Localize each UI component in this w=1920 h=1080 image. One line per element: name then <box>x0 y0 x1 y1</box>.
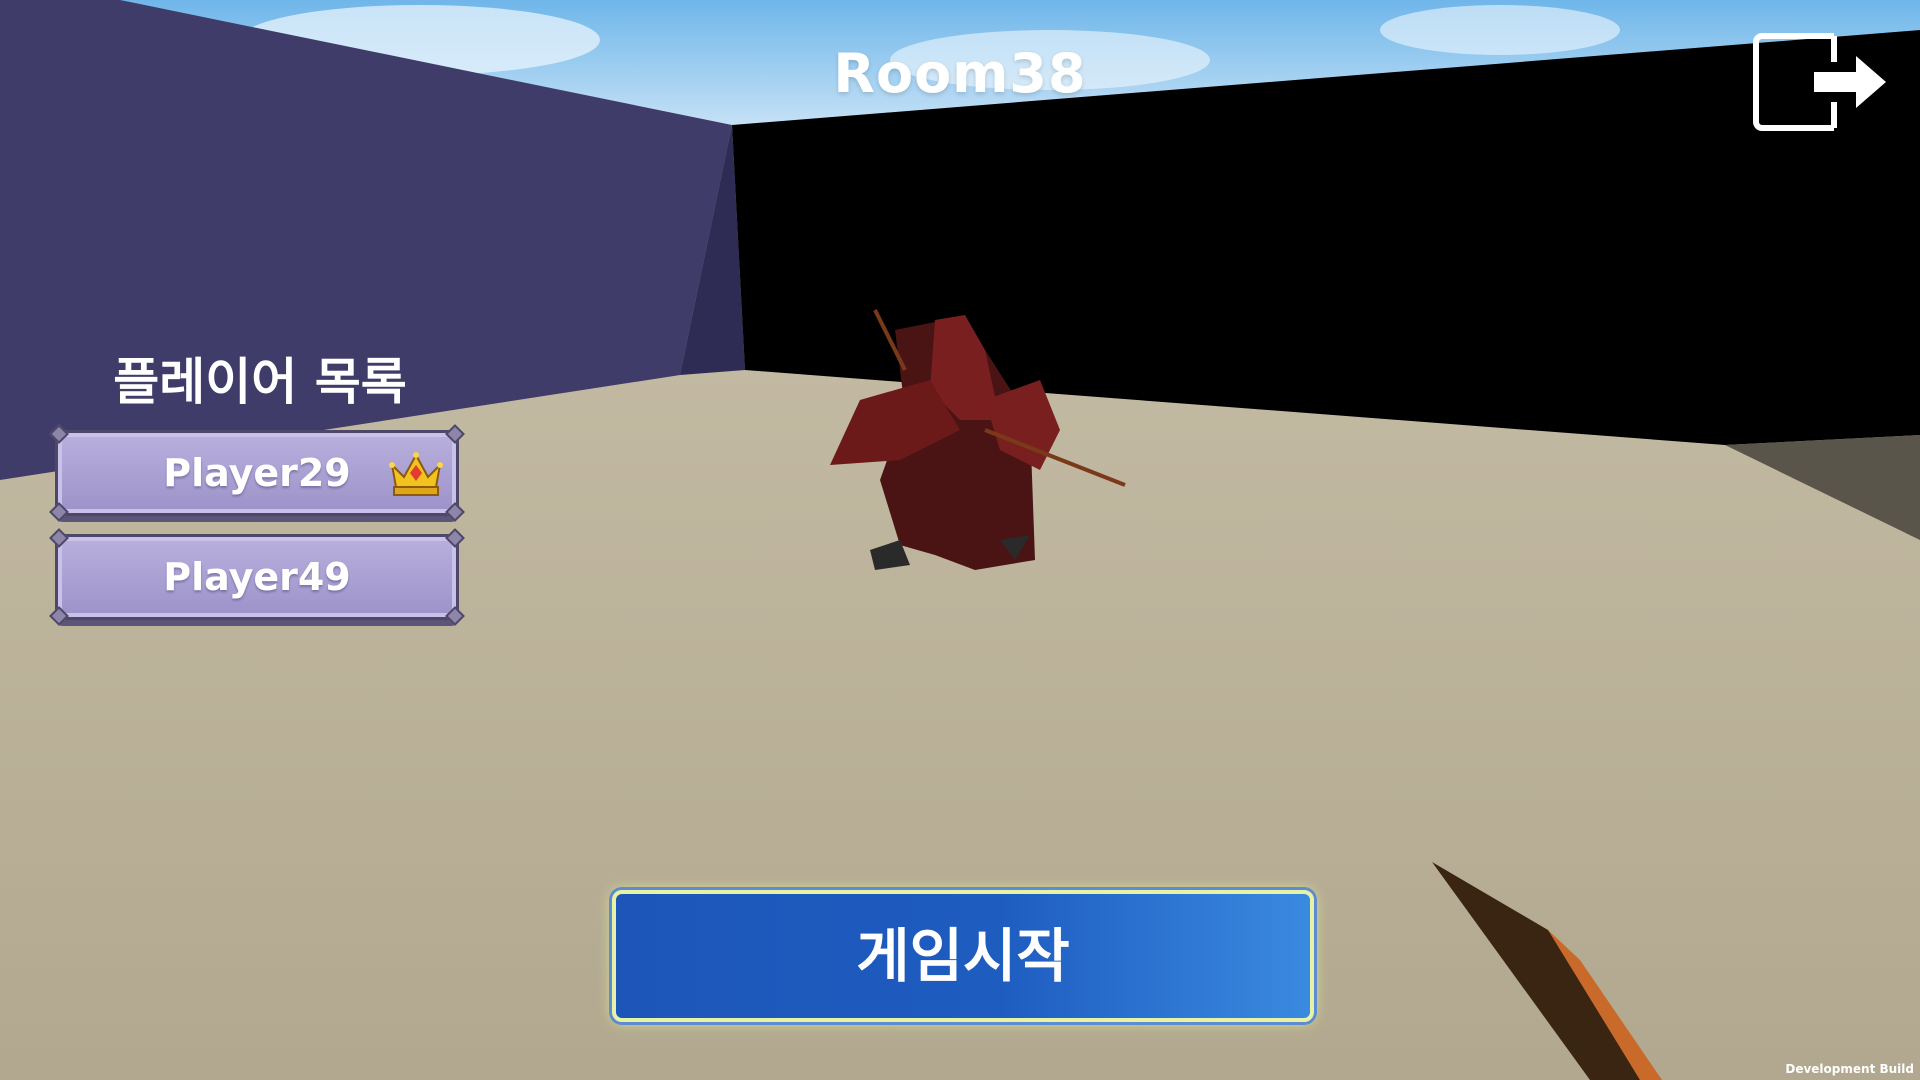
player-name: Player49 <box>163 555 351 599</box>
start-game-button[interactable]: 게임시작 <box>612 890 1314 1022</box>
player-card-host[interactable]: Player29 <box>49 424 465 522</box>
start-game-label: 게임시작 <box>856 922 1070 990</box>
room-title: Room38 <box>833 42 1087 105</box>
cloud <box>1380 5 1620 55</box>
development-build-label: Development Build <box>1785 1062 1914 1076</box>
exit-button[interactable] <box>1752 28 1892 138</box>
crown-icon <box>389 452 443 496</box>
exit-icon <box>1753 33 1886 131</box>
player-list-title: 플레이어 목록 <box>113 353 407 411</box>
player-card[interactable]: Player49 <box>49 528 465 626</box>
